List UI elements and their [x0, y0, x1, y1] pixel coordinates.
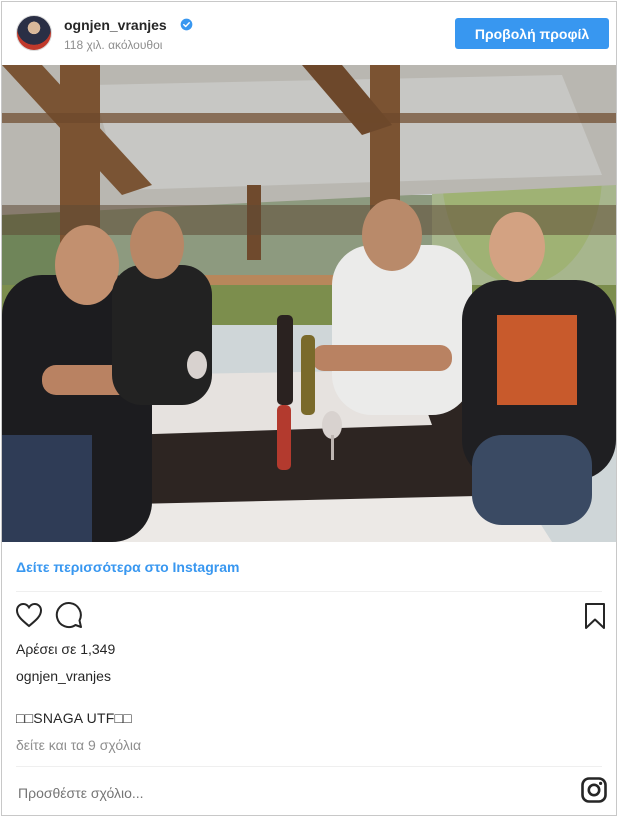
likes-count[interactable]: Αρέσει σε 1,349	[16, 641, 115, 657]
post-caption: □□SNAGA UTF□□	[16, 710, 132, 726]
action-bar	[2, 600, 616, 632]
divider	[16, 766, 602, 767]
verified-badge-icon	[180, 18, 193, 31]
post-header: ognjen_vranjes 118 χιλ. ακόλουθοι Προβολ…	[2, 2, 616, 66]
avatar[interactable]	[16, 15, 52, 51]
username[interactable]: ognjen_vranjes	[64, 17, 167, 33]
view-profile-button[interactable]: Προβολή προφίλ	[455, 18, 609, 49]
divider	[16, 591, 602, 592]
follower-count: 118 χιλ. ακόλουθοι	[64, 38, 163, 52]
heart-icon[interactable]	[15, 602, 43, 628]
view-comments-link[interactable]: δείτε και τα 9 σχόλια	[16, 737, 141, 753]
post-photo[interactable]	[2, 65, 616, 542]
instagram-icon[interactable]	[581, 777, 607, 803]
bookmark-icon[interactable]	[584, 602, 606, 630]
comment-icon[interactable]	[55, 601, 84, 629]
photo-illustration	[2, 65, 616, 542]
caption-username[interactable]: ognjen_vranjes	[16, 668, 111, 684]
instagram-embed-card: ognjen_vranjes 118 χιλ. ακόλουθοι Προβολ…	[1, 1, 617, 816]
add-comment-input[interactable]	[16, 784, 520, 802]
see-more-on-instagram-link[interactable]: Δείτε περισσότερα στο Instagram	[16, 559, 239, 575]
